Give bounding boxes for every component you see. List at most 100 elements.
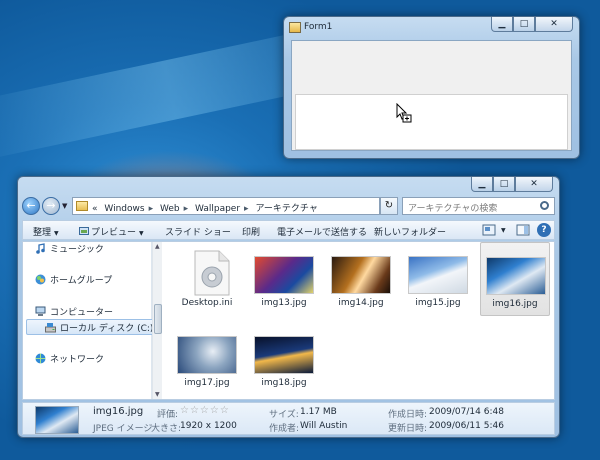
network-icon <box>35 353 46 364</box>
nav-local-disk[interactable]: ローカル ディスク (C:) <box>45 321 153 334</box>
created-label: 作成日時: <box>388 410 428 420</box>
form1-title: Form1 <box>304 22 333 32</box>
scroll-up-icon[interactable]: ▲ <box>155 243 160 250</box>
file-item[interactable]: img17.jpg <box>172 322 242 396</box>
nav-pane-scrollbar[interactable]: ▲ ▼ <box>152 242 162 399</box>
nav-music[interactable]: ミュージック <box>35 242 104 255</box>
email-button[interactable]: 電子メールで送信する <box>277 225 367 238</box>
explorer-caption-buttons: ▁ □ ✕ <box>471 177 553 192</box>
nav-computer[interactable]: コンピューター <box>35 305 113 318</box>
recent-pages-dropdown-icon[interactable]: ▼ <box>62 202 67 210</box>
file-item[interactable]: img14.jpg <box>326 242 396 316</box>
explorer-window[interactable]: ▁ □ ✕ ← → ▼ « Windows ▸ Web ▸ Wallpaper ▸ ア… <box>17 176 560 438</box>
author-label: 作成者: <box>269 424 300 434</box>
print-button[interactable]: 印刷 <box>242 225 260 238</box>
address-bar[interactable]: « Windows ▸ Web ▸ Wallpaper ▸ アーキテクチャ <box>72 197 380 215</box>
computer-icon <box>35 306 46 316</box>
form1-window[interactable]: Form1 ▁ □ ✕ <box>283 16 580 159</box>
search-placeholder: アーキテクチャの検索 <box>408 204 498 214</box>
file-item-selected[interactable]: img16.jpg <box>480 242 550 316</box>
help-button[interactable]: ? <box>537 223 551 237</box>
breadcrumb-separator-icon[interactable]: ▸ <box>149 204 154 214</box>
nav-network[interactable]: ネットワーク <box>35 352 104 365</box>
details-filetype: JPEG イメージ <box>93 424 153 434</box>
homegroup-icon <box>35 274 46 285</box>
file-name: img16.jpg <box>492 299 538 309</box>
address-row: ← → ▼ « Windows ▸ Web ▸ Wallpaper ▸ アーキテクチャ… <box>22 195 555 217</box>
image-thumbnail <box>331 256 391 294</box>
file-item[interactable]: Desktop.ini <box>172 242 242 316</box>
image-thumbnail <box>254 256 314 294</box>
breadcrumb-separator-icon[interactable]: ▸ <box>184 204 189 214</box>
slideshow-button[interactable]: スライド ショー <box>165 225 231 238</box>
nav-network-label: ネットワーク <box>50 355 105 365</box>
file-name: img18.jpg <box>261 378 307 388</box>
nav-homegroup[interactable]: ホームグループ <box>35 273 112 286</box>
dimensions-label: 大きさ: <box>151 424 182 434</box>
back-button[interactable]: ← <box>22 197 40 215</box>
command-bar: 整理 ▼ プレビュー ▼ スライド ショー 印刷 電子メールで送信する 新しいフォル… <box>22 220 555 240</box>
nav-homegroup-label: ホームグループ <box>50 276 113 286</box>
breadcrumb-wallpaper[interactable]: Wallpaper <box>195 204 240 214</box>
file-item[interactable]: img15.jpg <box>403 242 473 316</box>
form1-minimize-button[interactable]: ▁ <box>491 17 513 32</box>
breadcrumb-separator-icon[interactable]: ▸ <box>244 204 249 214</box>
size-value: 1.17 MB <box>300 407 337 417</box>
settings-file-icon <box>194 250 230 296</box>
form1-titlebar[interactable]: Form1 ▁ □ ✕ <box>284 17 579 39</box>
nav-local-disk-label: ローカル ディスク (C:) <box>60 324 154 334</box>
file-name: img13.jpg <box>261 298 307 308</box>
new-folder-button[interactable]: 新しいフォルダー <box>374 225 446 238</box>
preview-icon <box>79 227 89 235</box>
drag-copy-cursor-icon <box>396 103 412 123</box>
file-item[interactable]: img13.jpg <box>249 242 319 316</box>
preview-pane-icon[interactable] <box>516 224 530 236</box>
back-arrow-icon: ← <box>26 199 36 212</box>
breadcrumb-windows[interactable]: Windows <box>104 204 144 214</box>
rating-stars-icon[interactable]: ☆☆☆☆☆ <box>180 405 230 416</box>
form1-client-area[interactable] <box>291 40 572 151</box>
chevron-down-icon: ▼ <box>139 230 144 237</box>
breadcrumb: « Windows ▸ Web ▸ Wallpaper ▸ アーキテクチャ <box>92 201 322 214</box>
scrollbar-thumb[interactable] <box>154 304 162 334</box>
explorer-minimize-button[interactable]: ▁ <box>471 177 493 192</box>
organize-button[interactable]: 整理 ▼ <box>33 225 59 238</box>
forward-button[interactable]: → <box>42 197 60 215</box>
drive-icon <box>45 323 56 333</box>
nav-computer-label: コンピューター <box>50 308 114 318</box>
chevron-down-icon: ▼ <box>54 230 59 237</box>
breadcrumb-overflow[interactable]: « <box>92 204 98 214</box>
preview-button[interactable]: プレビュー ▼ <box>79 225 144 238</box>
created-value: 2009/07/14 6:48 <box>429 407 504 417</box>
explorer-maximize-button[interactable]: □ <box>493 177 515 192</box>
image-thumbnail <box>486 257 546 295</box>
forward-arrow-icon: → <box>46 199 56 212</box>
folder-icon <box>76 201 88 211</box>
file-name: Desktop.ini <box>181 298 233 308</box>
details-pane: img16.jpg JPEG イメージ 評価: ☆☆☆☆☆ 大きさ: 1920 … <box>22 402 555 435</box>
scroll-down-icon[interactable]: ▼ <box>155 391 160 398</box>
search-input[interactable]: アーキテクチャの検索 <box>402 197 555 215</box>
form1-close-button[interactable]: ✕ <box>535 17 573 32</box>
refresh-button[interactable]: ↻ <box>380 197 398 215</box>
nav-music-label: ミュージック <box>50 245 104 255</box>
form1-maximize-button[interactable]: □ <box>513 17 535 32</box>
form1-drop-panel[interactable] <box>295 94 568 150</box>
music-icon <box>36 243 45 254</box>
rating-label: 評価: <box>157 410 179 420</box>
image-thumbnail <box>254 336 314 374</box>
change-view-icon[interactable] <box>482 224 496 236</box>
modified-label: 更新日時: <box>388 424 428 434</box>
file-name: img17.jpg <box>184 378 230 388</box>
navigation-pane: ミュージック ホームグループ コンピューター ローカル ディスク (C:) ネッ… <box>23 242 154 399</box>
breadcrumb-web[interactable]: Web <box>160 204 180 214</box>
search-icon <box>540 201 549 210</box>
organize-label: 整理 <box>33 228 52 238</box>
file-list: Desktop.ini img13.jpg img14.jpg img15.jp… <box>164 242 554 399</box>
file-item[interactable]: img18.jpg <box>249 322 319 396</box>
breadcrumb-architecture[interactable]: アーキテクチャ <box>255 204 317 214</box>
file-name: img15.jpg <box>415 298 461 308</box>
view-options-dropdown-icon[interactable]: ▼ <box>501 227 506 234</box>
explorer-close-button[interactable]: ✕ <box>515 177 553 192</box>
image-thumbnail <box>408 256 468 294</box>
